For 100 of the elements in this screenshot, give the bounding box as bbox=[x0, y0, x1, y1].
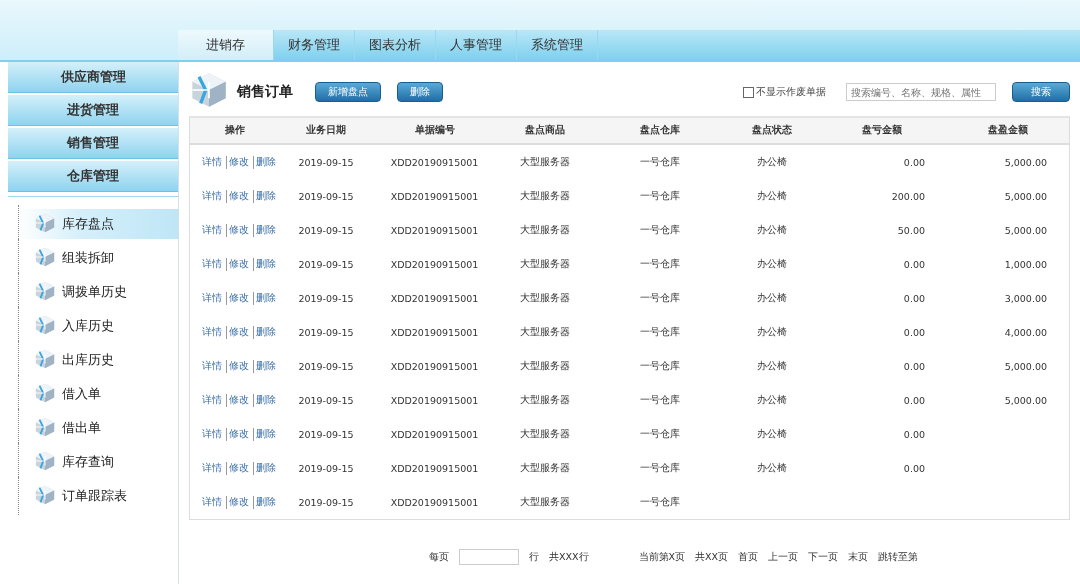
action-link[interactable]: 删除 bbox=[253, 189, 278, 203]
page-size-label: 每页 bbox=[429, 550, 449, 564]
table-cell-text: 3,000.00 bbox=[1003, 292, 1048, 304]
sidebar-item[interactable]: 出库历史 bbox=[18, 345, 178, 375]
action-link[interactable]: 修改 bbox=[226, 325, 251, 339]
sidebar-item[interactable]: 订单跟踪表 bbox=[18, 481, 178, 511]
action-link[interactable]: 详情 bbox=[200, 427, 224, 441]
sidebar-item[interactable]: 调拨单历史 bbox=[18, 277, 178, 307]
table-cell-text: 大型服务器 bbox=[518, 223, 571, 237]
nav-tab[interactable]: 进销存 bbox=[178, 30, 274, 60]
table-cell-text: XDD20190915001 bbox=[389, 394, 480, 406]
table-cell-text: 办公椅 bbox=[756, 325, 788, 339]
pagination-link[interactable]: 上一页 bbox=[768, 550, 799, 564]
sidebar-group[interactable]: 仓库管理 bbox=[8, 161, 178, 192]
action-link[interactable]: 删除 bbox=[253, 257, 278, 271]
action-link[interactable]: 修改 bbox=[226, 393, 251, 407]
table-cell-text: 1,000.00 bbox=[1003, 258, 1048, 270]
sidebar-item[interactable]: 借入单 bbox=[18, 379, 178, 409]
action-link[interactable]: 修改 bbox=[226, 189, 251, 203]
page-title: 销售订单 bbox=[237, 83, 293, 101]
table-cell-text: 大型服务器 bbox=[518, 427, 571, 441]
table-cell-text: 办公椅 bbox=[756, 393, 788, 407]
table-cell-text: XDD20190915001 bbox=[389, 428, 480, 440]
action-link[interactable]: 详情 bbox=[200, 155, 224, 169]
table-cell-text: 0.00 bbox=[902, 292, 926, 304]
action-link[interactable]: 修改 bbox=[226, 257, 251, 271]
nav-tab[interactable]: 财务管理 bbox=[274, 30, 355, 60]
table-cell-text: XDD20190915001 bbox=[389, 326, 480, 338]
table-cell-text: 大型服务器 bbox=[518, 325, 571, 339]
pagination-link[interactable]: 下一页 bbox=[808, 550, 839, 564]
action-link[interactable]: 删除 bbox=[253, 495, 278, 509]
nav-tab[interactable]: 系统管理 bbox=[517, 30, 598, 60]
action-link[interactable]: 删除 bbox=[253, 155, 278, 169]
table-cell-text: XDD20190915001 bbox=[389, 292, 480, 304]
action-link[interactable]: 详情 bbox=[200, 291, 224, 305]
table-cell-text: XDD20190915001 bbox=[389, 496, 480, 508]
nav-tab[interactable]: 图表分析 bbox=[355, 30, 436, 60]
action-link[interactable]: 详情 bbox=[200, 359, 224, 373]
table-cell-text: 一号仓库 bbox=[638, 393, 681, 407]
action-link[interactable]: 删除 bbox=[253, 223, 278, 237]
action-link[interactable]: 删除 bbox=[253, 359, 278, 373]
pagination-link[interactable]: 首页 bbox=[738, 550, 759, 564]
sidebar-item[interactable]: 借出单 bbox=[18, 413, 178, 443]
table-cell-text: 50.00 bbox=[896, 224, 926, 236]
action-link[interactable]: 修改 bbox=[226, 495, 251, 509]
column-header: 盘点商品 bbox=[523, 124, 566, 137]
table-cell-text: 一号仓库 bbox=[638, 461, 681, 475]
table-cell-text: 5,000.00 bbox=[1003, 360, 1048, 372]
table-cell-text: 0.00 bbox=[902, 156, 926, 168]
action-link[interactable]: 详情 bbox=[200, 461, 224, 475]
toolbar-button[interactable]: 删除 bbox=[397, 82, 443, 102]
action-link[interactable]: 详情 bbox=[200, 393, 224, 407]
table-cell-text: 一号仓库 bbox=[638, 359, 681, 373]
nav-tab[interactable]: 人事管理 bbox=[436, 30, 517, 60]
action-link[interactable]: 修改 bbox=[226, 359, 251, 373]
table-cell-text: 办公椅 bbox=[756, 257, 788, 271]
sidebar-item[interactable]: 组装拆卸 bbox=[18, 243, 178, 273]
page-size-field[interactable] bbox=[459, 549, 519, 565]
table-cell-text: 办公椅 bbox=[756, 291, 788, 305]
table-cell-text: 200.00 bbox=[890, 190, 926, 202]
table-cell-text: 2019-09-15 bbox=[297, 360, 355, 372]
table-cell-text: 0.00 bbox=[902, 360, 926, 372]
toolbar-button[interactable]: 新增盘点 bbox=[315, 82, 381, 102]
table-cell-text: 一号仓库 bbox=[638, 495, 681, 509]
action-link[interactable]: 修改 bbox=[226, 223, 251, 237]
action-link[interactable]: 详情 bbox=[200, 257, 224, 271]
sidebar-group[interactable]: 销售管理 bbox=[8, 128, 178, 159]
table-cell-text: 2019-09-15 bbox=[297, 428, 355, 440]
column-header: 盘点仓库 bbox=[638, 124, 681, 137]
sidebar-group[interactable]: 供应商管理 bbox=[8, 62, 178, 93]
table-cell-text: XDD20190915001 bbox=[389, 360, 480, 372]
action-link[interactable]: 详情 bbox=[200, 495, 224, 509]
table-cell-text: 2019-09-15 bbox=[297, 190, 355, 202]
table-cell-text: 大型服务器 bbox=[518, 155, 571, 169]
action-link[interactable]: 详情 bbox=[200, 325, 224, 339]
table-cell-text: 一号仓库 bbox=[638, 325, 681, 339]
table-cell-text: 大型服务器 bbox=[518, 359, 571, 373]
sidebar-item[interactable]: 库存查询 bbox=[18, 447, 178, 477]
action-link[interactable]: 详情 bbox=[200, 223, 224, 237]
action-link[interactable]: 删除 bbox=[253, 461, 278, 475]
action-link[interactable]: 删除 bbox=[253, 291, 278, 305]
action-link[interactable]: 修改 bbox=[226, 427, 251, 441]
sidebar-item[interactable]: 入库历史 bbox=[18, 311, 178, 341]
action-link[interactable]: 修改 bbox=[226, 461, 251, 475]
table-cell-text: 5,000.00 bbox=[1003, 394, 1048, 406]
action-link[interactable]: 删除 bbox=[253, 427, 278, 441]
sidebar-group[interactable]: 进货管理 bbox=[8, 95, 178, 126]
action-link[interactable]: 删除 bbox=[253, 393, 278, 407]
action-link[interactable]: 详情 bbox=[200, 189, 224, 203]
action-link[interactable]: 删除 bbox=[253, 325, 278, 339]
action-link[interactable]: 修改 bbox=[226, 155, 251, 169]
search-button[interactable]: 搜索 bbox=[1012, 82, 1070, 102]
search-field[interactable]: 搜索编号、名称、规格、属性 bbox=[846, 83, 996, 101]
pagination-link[interactable]: 末页 bbox=[848, 550, 869, 564]
table-cell-text: 0.00 bbox=[902, 326, 926, 338]
action-link[interactable]: 修改 bbox=[226, 291, 251, 305]
table-cell-text: 大型服务器 bbox=[518, 189, 571, 203]
table-cell-text: 一号仓库 bbox=[638, 257, 681, 271]
table-cell-text: 大型服务器 bbox=[518, 461, 571, 475]
hide-void-checkbox[interactable]: 不显示作废单据 bbox=[743, 85, 826, 99]
